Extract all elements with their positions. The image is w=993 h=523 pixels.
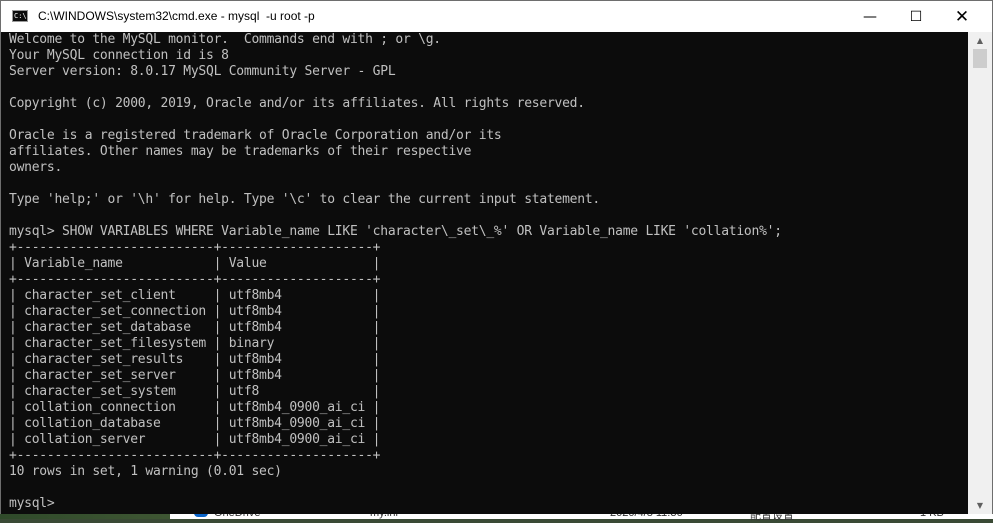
console-line: | character_set_database | utf8mb4 | (9, 320, 381, 335)
maximize-button[interactable]: ☐ (893, 1, 939, 32)
console-output[interactable]: Welcome to the MySQL monitor. Commands e… (1, 32, 968, 514)
close-button[interactable]: ✕ (939, 1, 985, 32)
console-text: Welcome to the MySQL monitor. Commands e… (1, 32, 968, 512)
minimize-button[interactable]: — (847, 1, 893, 32)
console-line: | character_set_server | utf8mb4 | (9, 368, 381, 383)
console-line: | collation_connection | utf8mb4_0900_ai… (9, 400, 381, 415)
console-line: mysql> (9, 496, 63, 511)
scrollbar-thumb[interactable] (973, 49, 987, 68)
console-line: +--------------------------+------------… (9, 448, 381, 463)
scroll-up-arrow-icon[interactable]: ▲ (968, 32, 992, 49)
window-title: C:\WINDOWS\system32\cmd.exe - mysql -u r… (38, 9, 315, 23)
console-line: Copyright (c) 2000, 2019, Oracle and/or … (9, 96, 585, 111)
title-bar[interactable]: C:\ C:\WINDOWS\system32\cmd.exe - mysql … (1, 1, 992, 32)
console-line: Server version: 8.0.17 MySQL Community S… (9, 64, 396, 79)
console-line: | character_set_filesystem | binary | (9, 336, 381, 351)
console-line: mysql> SHOW VARIABLES WHERE Variable_nam… (9, 224, 782, 239)
console-line: +--------------------------+------------… (9, 240, 381, 255)
console-line: | character_set_results | utf8mb4 | (9, 352, 381, 367)
vertical-scrollbar[interactable]: ▲ ▼ (968, 32, 992, 514)
cmd-app-icon[interactable]: C:\ (12, 10, 28, 22)
console-line: Oracle is a registered trademark of Orac… (9, 128, 502, 143)
console-line: owners. (9, 160, 63, 175)
console-line: +--------------------------+------------… (9, 272, 381, 287)
console-line: Your MySQL connection id is 8 (9, 48, 229, 63)
console-line: | character_set_client | utf8mb4 | (9, 288, 381, 303)
console-line: | Variable_name | Value | (9, 256, 381, 271)
console-line: 10 rows in set, 1 warning (0.01 sec) (9, 464, 282, 479)
console-line: affiliates. Other names may be trademark… (9, 144, 472, 159)
console-line: Type 'help;' or '\h' for help. Type '\c'… (9, 192, 600, 207)
console-line: | character_set_system | utf8 | (9, 384, 381, 399)
console-line: | collation_server | utf8mb4_0900_ai_ci … (9, 432, 381, 447)
scroll-down-arrow-icon[interactable]: ▼ (968, 497, 992, 514)
cmd-window[interactable]: C:\ C:\WINDOWS\system32\cmd.exe - mysql … (0, 0, 993, 514)
console-line: | collation_database | utf8mb4_0900_ai_c… (9, 416, 381, 431)
console-line: Welcome to the MySQL monitor. Commands e… (9, 32, 441, 47)
console-line: | character_set_connection | utf8mb4 | (9, 304, 381, 319)
